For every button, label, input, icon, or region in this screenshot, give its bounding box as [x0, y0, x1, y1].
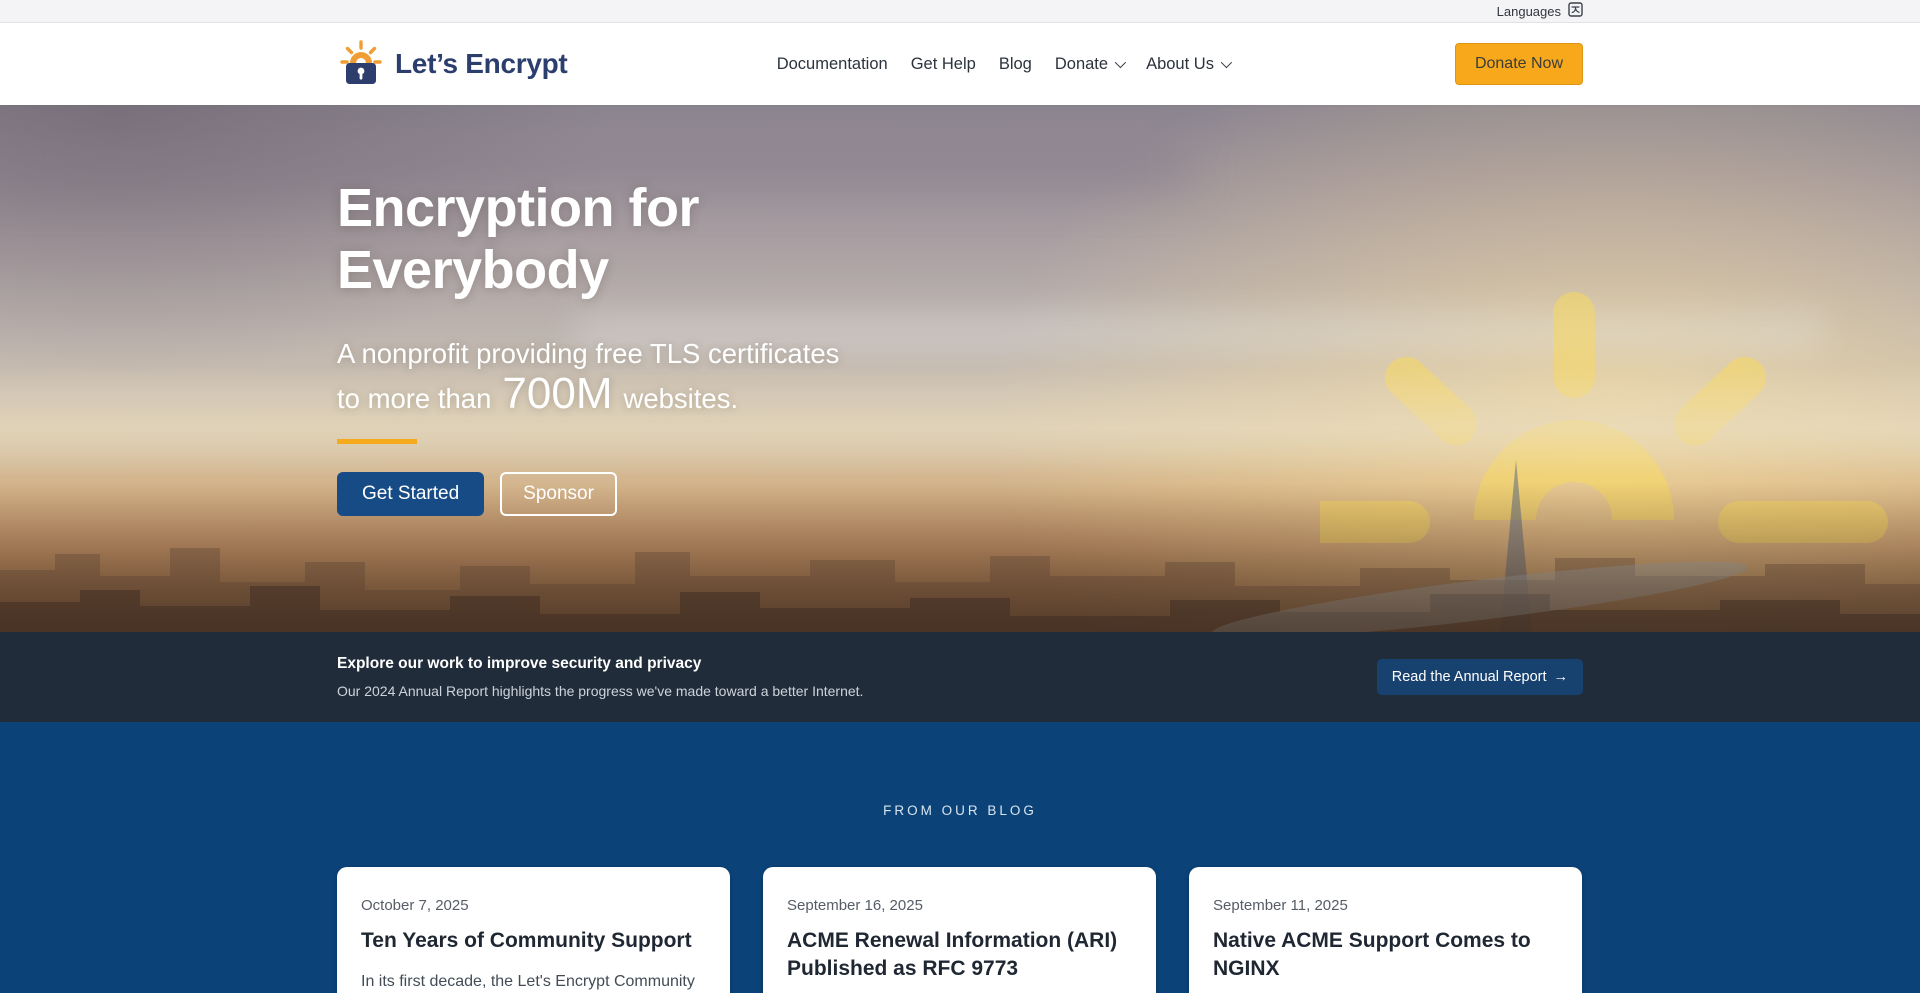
blog-section: FROM OUR BLOG October 7, 2025 Ten Years …	[0, 722, 1920, 993]
brand-logo[interactable]: Let’s Encrypt	[337, 38, 567, 91]
nav-about-us[interactable]: About Us	[1146, 55, 1229, 74]
post-title-link[interactable]: ACME Renewal Information (ARI) Published…	[787, 927, 1132, 983]
blog-card[interactable]: September 16, 2025 ACME Renewal Informat…	[763, 867, 1156, 993]
accent-divider	[337, 439, 417, 444]
post-date: September 16, 2025	[787, 897, 1132, 914]
post-date: October 7, 2025	[361, 897, 706, 914]
chevron-down-icon	[1115, 57, 1126, 68]
nav-blog[interactable]: Blog	[999, 55, 1032, 74]
translate-icon	[1568, 2, 1583, 20]
post-title-link[interactable]: Ten Years of Community Support	[361, 927, 706, 955]
read-annual-report-button[interactable]: Read the Annual Report →	[1377, 659, 1583, 695]
languages-label: Languages	[1497, 4, 1561, 19]
chevron-down-icon	[1221, 57, 1232, 68]
sponsor-button[interactable]: Sponsor	[500, 472, 617, 516]
main-nav: Documentation Get Help Blog Donate About…	[777, 55, 1229, 74]
blog-section-label: FROM OUR BLOG	[0, 722, 1920, 818]
site-header: Let’s Encrypt Documentation Get Help Blo…	[0, 23, 1920, 105]
websites-count: 700M	[502, 369, 612, 418]
donate-now-button[interactable]: Donate Now	[1455, 43, 1583, 85]
post-excerpt: In its first decade, the Let's Encrypt C…	[361, 970, 706, 993]
letsencrypt-sun-lock-icon	[337, 38, 385, 91]
nav-donate[interactable]: Donate	[1055, 55, 1123, 74]
post-title-link[interactable]: Native ACME Support Comes to NGINX	[1213, 927, 1558, 983]
nav-get-help[interactable]: Get Help	[911, 55, 976, 74]
arrow-right-icon: →	[1554, 669, 1569, 685]
hero-section: Encryption for Everybody A nonprofit pro…	[0, 105, 1920, 632]
blog-card[interactable]: September 11, 2025 Native ACME Support C…	[1189, 867, 1582, 993]
banner-title: Explore our work to improve security and…	[337, 655, 863, 673]
blog-card[interactable]: October 7, 2025 Ten Years of Community S…	[337, 867, 730, 993]
hero-title: Encryption for Everybody	[337, 177, 1583, 301]
get-started-button[interactable]: Get Started	[337, 472, 484, 516]
nav-documentation[interactable]: Documentation	[777, 55, 888, 74]
languages-link[interactable]: Languages	[1497, 2, 1583, 20]
brand-name: Let’s Encrypt	[395, 48, 567, 80]
post-date: September 11, 2025	[1213, 897, 1558, 914]
top-strip: Languages	[0, 0, 1920, 23]
banner-subtitle: Our 2024 Annual Report highlights the pr…	[337, 683, 863, 699]
hero-subtitle: A nonprofit providing free TLS certifica…	[337, 335, 1583, 417]
annual-report-banner: Explore our work to improve security and…	[0, 632, 1920, 722]
banner-text-block: Explore our work to improve security and…	[337, 655, 863, 699]
